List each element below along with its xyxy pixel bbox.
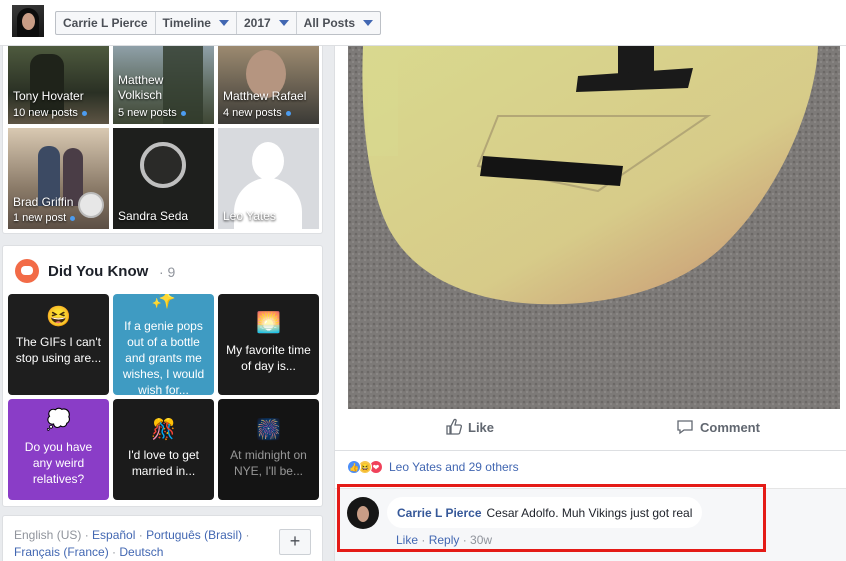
new-posts-dot-icon [81,110,87,116]
question-tile-nye[interactable]: 🎆 At midnight on NYE, I'll be... [218,399,319,500]
question-text: I'd love to get married in... [127,448,199,478]
sparkles-icon: ✨ [151,294,176,310]
comment-icon [677,420,693,435]
current-language: English (US) [14,528,82,542]
question-tile-gifs[interactable]: 😆 The GIFs I can't stop using are... [8,294,109,395]
question-text: At midnight on NYE, I'll be... [230,448,307,478]
friend-tile-brad-griffin[interactable]: Brad Griffin 1 new post [8,128,109,229]
friend-tile-matthew-volkisch[interactable]: Matthew Volkisch 5 new posts [113,46,214,124]
friend-name: Leo Yates [223,209,276,223]
sunset-icon: 🌅 [256,312,281,334]
thumbs-up-icon [446,418,463,435]
flower-icon [78,192,104,218]
comments-section: Carrie L Pierce Cesar Adolfo. Muh Viking… [335,488,846,561]
avatar-face [22,13,35,30]
friend-name: Tony Hovater [13,89,84,103]
comment-label: Comment [700,419,760,435]
new-posts-dot-icon [285,110,291,116]
comment-like-link[interactable]: Like [396,533,418,547]
photo-shield-on-carpet [348,46,840,409]
profile-avatar[interactable] [12,5,44,37]
chevron-down-icon [363,20,374,26]
timeline-breadcrumb: Carrie L Pierce Timeline 2017 All Posts [55,11,382,35]
question-text: Do you have any weird relatives? [24,440,93,486]
friend-new-posts: 10 new posts [13,107,87,119]
commenter-avatar[interactable] [347,497,379,529]
reactions-summary[interactable]: 👍 😆 ❤ Leo Yates and 29 others [347,460,519,474]
friend-name: Matthew Volkisch [118,73,164,102]
reactions-text[interactable]: Leo Yates and 29 others [389,460,519,474]
post-card: Like Comment 👍 😆 ❤ Leo Yates and 29 othe… [334,46,846,561]
friend-tile-leo-yates[interactable]: Leo Yates [218,128,319,229]
friend-new-posts: 4 new posts [223,107,291,119]
friend-posts-count: 10 new posts [13,107,78,119]
language-link-portuguese[interactable]: Português (Brasil) [146,528,242,542]
did-you-know-card: Did You Know · 9 😆 The GIFs I can't stop… [2,245,323,507]
question-tile-genie[interactable]: ✨ If a genie pops out of a bottle and gr… [113,294,214,395]
crumb-profile-name[interactable]: Carrie L Pierce [56,12,156,34]
crumb-label: All Posts [303,16,356,30]
question-tile-weird-relatives[interactable]: 💭 Do you have any weird relatives? [8,399,109,500]
language-row: Français (France) · Deutsch [14,545,164,559]
crumb-timeline[interactable]: Timeline [156,12,237,34]
crumb-year[interactable]: 2017 [237,12,297,34]
friend-tile-matthew-rafael[interactable]: Matthew Rafael 4 new posts [218,46,319,124]
question-text: If a genie pops out of a bottle and gran… [122,319,205,395]
comment-meta: Like · Reply · 30w [396,533,493,547]
chevron-down-icon [218,20,229,26]
friend-posts-count: 5 new posts [118,107,177,119]
friend-name: Sandra Seda [118,209,189,223]
friend-tile-tony-hovater[interactable]: Tony Hovater 10 new posts [8,46,109,124]
comment-author[interactable]: Carrie L Pierce [397,506,482,520]
grinning-squint-icon: 😆 [46,306,71,328]
comment-bubble: Carrie L Pierce Cesar Adolfo. Muh Viking… [387,497,703,528]
new-posts-dot-icon [180,110,186,116]
friend-name: Brad Griffin [13,195,74,209]
language-link-french[interactable]: Français (France) [14,545,109,559]
post-actions: Like Comment [348,414,840,444]
fireworks-icon: 🎆 [256,419,281,441]
chevron-down-icon [278,20,289,26]
language-link-spanish[interactable]: Español [92,528,135,542]
question-tile-married[interactable]: 🎊 I'd love to get married in... [113,399,214,500]
crumb-label: 2017 [243,16,271,30]
comment-button[interactable]: Comment [676,418,760,436]
friend-photo-figure [30,54,64,114]
like-button[interactable]: Like [445,418,494,436]
question-text: My favorite time of day is... [226,343,311,373]
emblem-icon [140,142,186,188]
crumb-label: Carrie L Pierce [63,16,148,30]
like-label: Like [468,419,495,435]
crumb-label: Timeline [162,16,211,30]
confetti-icon: 🎊 [151,419,176,441]
friend-new-posts: 1 new post [13,212,76,224]
language-link-german[interactable]: Deutsch [119,545,163,559]
profile-navigation-bar: Carrie L Pierce Timeline 2017 All Posts [0,0,846,46]
did-you-know-title[interactable]: Did You Know [48,263,148,280]
friend-tile-sandra-seda[interactable]: Sandra Seda [113,128,214,229]
default-avatar-head-icon [252,142,284,180]
crumb-posts-filter[interactable]: All Posts [297,12,380,34]
speech-bubble-icon [15,259,39,283]
friend-posts-count: 1 new post [13,212,67,224]
like-reaction-icon: 👍 [347,460,361,474]
avatar-face [357,506,369,522]
language-footer: English (US) · Español · Português (Bras… [2,515,323,561]
comment-text: Cesar Adolfo. Muh Vikings just got real [486,505,693,520]
thought-bubble-icon: 💭 [46,409,71,431]
divider [335,450,846,451]
new-posts-dot-icon [70,215,76,221]
friend-new-posts: 5 new posts [118,107,186,119]
comment-timestamp[interactable]: 30w [470,533,492,547]
add-language-button[interactable]: + [279,529,311,555]
comment-reply-link[interactable]: Reply [429,533,460,547]
did-you-know-count: · 9 [159,264,176,280]
friend-name: Matthew Rafael [223,89,307,103]
post-photo[interactable] [348,46,840,409]
friends-grid: Tony Hovater 10 new posts Matthew Volkis… [2,46,323,234]
question-tile-favorite-time[interactable]: 🌅 My favorite time of day is... [218,294,319,395]
question-text: The GIFs I can't stop using are... [15,335,102,365]
language-row: English (US) · Español · Português (Bras… [14,528,250,542]
friend-posts-count: 4 new posts [223,107,282,119]
